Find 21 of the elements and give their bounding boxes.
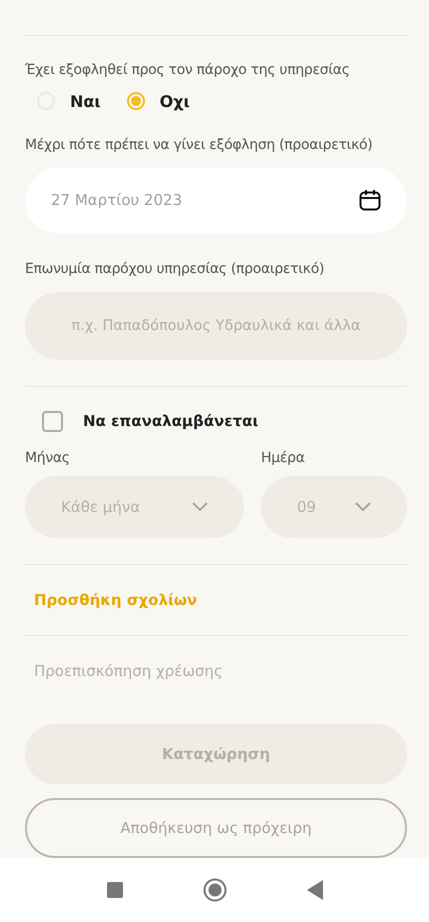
date-field[interactable]: 27 Μαρτίου 2023 <box>25 168 407 233</box>
radio-label: Οχι <box>160 92 190 111</box>
add-comments-link[interactable]: Προσθήκη σχολίων <box>34 590 198 609</box>
recents-icon[interactable] <box>106 882 122 898</box>
calendar-icon <box>359 189 381 212</box>
checkbox-label: Να επαναλαμβάνεται <box>83 412 258 430</box>
chevron-down-icon <box>192 502 208 512</box>
date-value: 27 Μαρτίου 2023 <box>51 191 184 210</box>
field-label: Επωνυμία παρόχου υπηρεσίας (προαιρετικό) <box>25 260 326 277</box>
chevron-down-icon <box>355 502 371 512</box>
radio-label: Ναι <box>70 92 101 111</box>
field-label: Μήνας <box>25 450 71 466</box>
home-icon[interactable] <box>202 878 226 902</box>
field-label: Έχει εξοφληθεί προς τον πάροχο της υπηρεσίας <box>25 62 351 78</box>
field-label: Μέχρι πότε πρέπει να γίνει εξόφληση (προαιρετικό) <box>25 136 374 153</box>
field-label: Ημέρα <box>261 450 306 466</box>
checkbox[interactable] <box>42 410 63 432</box>
provider-field[interactable]: π.χ. Παπαδόπουλος Υδραυλικά και άλλα <box>25 292 407 360</box>
back-icon[interactable] <box>306 880 322 900</box>
radio-button[interactable] <box>126 92 145 110</box>
charge-preview-text: Προεπισκόπηση χρέωσης <box>34 662 223 680</box>
